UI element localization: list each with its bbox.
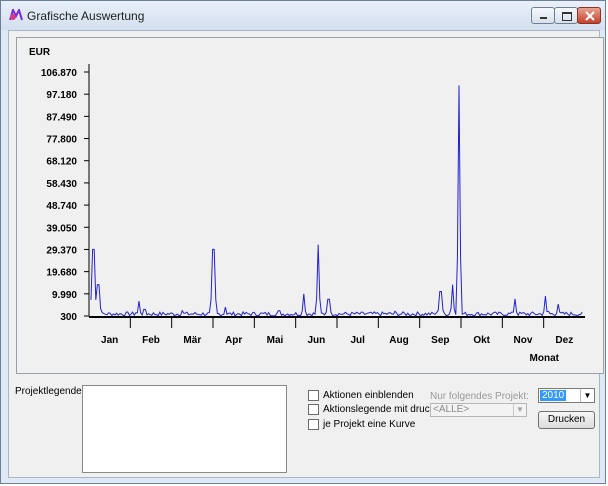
x-tick-label: Apr [225, 335, 242, 346]
minimize-button[interactable] [531, 7, 555, 24]
project-filter-value: <ALLE> [433, 404, 470, 415]
project-filter-label: Nur folgendes Projekt: [430, 391, 529, 402]
year-select[interactable]: 2010 ▼ [538, 388, 595, 403]
x-axis-label: Monat [530, 353, 560, 364]
project-legend-label: Projektlegende: [15, 386, 85, 397]
y-tick-label: 106.870 [41, 68, 78, 79]
x-tick-label: Jul [350, 335, 365, 346]
curve-per-project-checkbox[interactable] [308, 419, 319, 430]
close-icon [585, 11, 595, 21]
y-tick-label: 97.180 [46, 90, 77, 101]
y-tick-label: 39.050 [46, 223, 77, 234]
project-legend-box [82, 385, 287, 473]
y-tick-label: 29.370 [46, 245, 77, 256]
chevron-down-icon: ▼ [580, 389, 594, 402]
print-action-legend-label: Aktionslegende mit drucken [323, 404, 446, 416]
app-icon [9, 9, 23, 21]
curve-per-project-label: je Projekt eine Kurve [323, 419, 416, 431]
y-tick-label: 58.430 [46, 179, 77, 190]
close-button[interactable] [577, 7, 601, 24]
curve-per-project-option[interactable]: je Projekt eine Kurve [308, 419, 415, 433]
y-tick-label: 68.120 [46, 157, 77, 168]
revenue-series-line [90, 85, 583, 317]
x-tick-label: Nov [514, 335, 533, 346]
chart-panel: EUR Monat 106.870 97.180 87.490 77.800 68.120 5… [16, 37, 604, 374]
maximize-icon [562, 12, 572, 21]
show-actions-option[interactable]: Aktionen einblenden [308, 390, 414, 404]
client-area: EUR Monat 106.870 97.180 87.490 77.800 68.120 5… [8, 30, 604, 478]
y-tick-label: 77.800 [46, 135, 77, 146]
revenue-chart: EUR Monat 106.870 97.180 87.490 77.800 68.120 5… [29, 47, 585, 364]
minimize-icon [540, 17, 547, 19]
y-axis-label: EUR [29, 47, 51, 58]
title-bar[interactable]: Grafische Auswertung [1, 1, 605, 30]
y-tick-label: 300 [60, 312, 77, 323]
x-tick-label: Aug [389, 335, 408, 346]
show-actions-label: Aktionen einblenden [323, 390, 414, 402]
y-tick-label: 87.490 [46, 112, 77, 123]
x-tick-label: Sep [431, 335, 449, 346]
print-action-legend-checkbox[interactable] [308, 404, 319, 415]
print-action-legend-option[interactable]: Aktionslegende mit drucken [308, 404, 446, 418]
main-window: Grafische Auswertung EUR Monat 106.870 97.1… [0, 0, 606, 484]
y-tick-label: 19.680 [46, 268, 77, 279]
y-tick-label: 9.990 [52, 290, 77, 301]
print-button[interactable]: Drucken [538, 411, 595, 429]
x-tick-label: Dez [555, 335, 573, 346]
x-tick-label: Mai [267, 335, 284, 346]
chevron-down-icon: ▼ [513, 404, 526, 416]
project-filter-select[interactable]: <ALLE> ▼ [430, 403, 527, 417]
maximize-button[interactable] [554, 7, 578, 24]
year-select-value: 2010 [540, 390, 567, 401]
x-tick-label: Jan [101, 335, 118, 346]
x-tick-label: Okt [473, 335, 490, 346]
y-tick-label: 48.740 [46, 201, 77, 212]
window-title: Grafische Auswertung [27, 9, 145, 23]
x-tick-label: Mär [183, 335, 201, 346]
x-tick-label: Jun [307, 335, 325, 346]
x-tick-label: Feb [142, 335, 160, 346]
show-actions-checkbox[interactable] [308, 390, 319, 401]
